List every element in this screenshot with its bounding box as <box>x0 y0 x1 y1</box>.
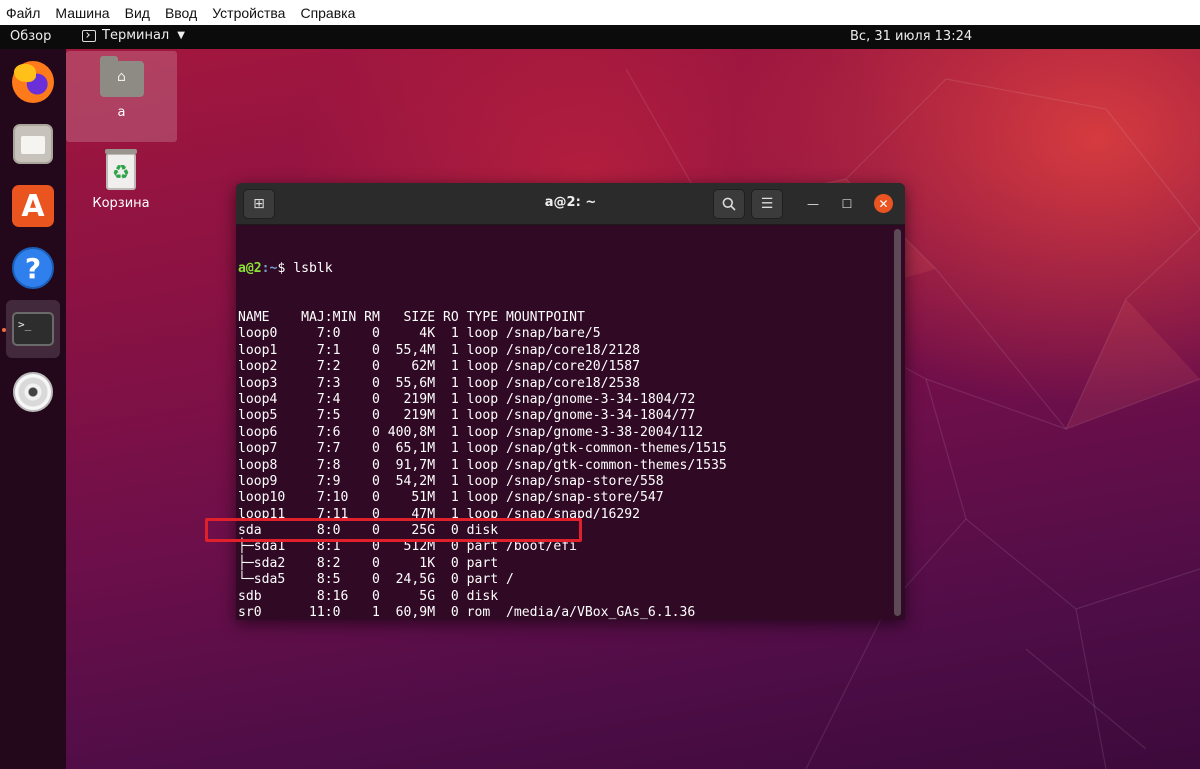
minimize-button[interactable]: — <box>804 195 822 213</box>
command-text: lsblk <box>293 260 333 276</box>
output-line: loop2 7:2 0 62M 1 loop /snap/core20/1587 <box>238 359 641 375</box>
dock-help[interactable]: ? <box>6 239 60 297</box>
prompt-line: a@2:~$ lsblk <box>238 261 890 277</box>
running-indicator <box>2 328 6 332</box>
scrollbar[interactable] <box>894 229 901 616</box>
folder-icon: ⌂ <box>99 56 144 97</box>
output-line: loop6 7:6 0 400,8M 1 loop /snap/gnome-3-… <box>238 424 704 440</box>
output-line: └─sda5 8:5 0 24,5G 0 part / <box>238 572 514 588</box>
software-store-icon: A <box>12 185 54 227</box>
terminal-window[interactable]: ⊞ a@2: ~ ☰ — ☐ ✕ a@2:~$ lsblk NAME MAJ:M… <box>236 183 905 620</box>
search-icon <box>722 197 736 211</box>
dock-files[interactable] <box>6 115 60 173</box>
minimize-icon: — <box>807 197 819 211</box>
output-line: sr0 11:0 1 60,9M 0 rom /media/a/VBox_GAs… <box>238 605 696 620</box>
output-line: sdb 8:16 0 5G 0 disk <box>238 588 499 604</box>
terminal-small-icon <box>82 29 96 42</box>
trash-icon: ♻ <box>105 149 137 190</box>
terminal-headerbar[interactable]: ⊞ a@2: ~ ☰ — ☐ ✕ <box>236 183 905 225</box>
hamburger-icon: ☰ <box>760 196 774 212</box>
terminal-icon: >_ <box>12 312 54 346</box>
clock[interactable]: Вс, 31 июля 13:24 <box>850 29 972 44</box>
sdb-highlight-box <box>205 518 582 542</box>
home-icon: ⌂ <box>117 69 126 85</box>
files-icon <box>13 124 53 164</box>
trash-label: Корзина <box>92 196 150 211</box>
help-icon: ? <box>12 247 54 289</box>
terminal-output[interactable]: a@2:~$ lsblk NAME MAJ:MIN RM SIZE RO TYP… <box>238 228 890 620</box>
activities-button[interactable]: Обзор <box>10 29 51 44</box>
menu-view[interactable]: Вид <box>125 5 150 21</box>
output-line: loop10 7:10 0 51M 1 loop /snap/snap-stor… <box>238 490 664 506</box>
dock-software[interactable]: A <box>6 177 60 235</box>
app-menu-button[interactable]: Терминал ▼ <box>82 28 185 43</box>
menu-machine[interactable]: Машина <box>55 5 109 21</box>
output-line: loop1 7:1 0 55,4M 1 loop /snap/core18/21… <box>238 342 641 358</box>
gnome-top-bar: Обзор Терминал ▼ Вс, 31 июля 13:24 <box>0 25 1200 49</box>
close-icon: ✕ <box>878 196 889 211</box>
maximize-icon: ☐ <box>841 197 853 211</box>
prompt-symbol: $ <box>277 260 294 276</box>
new-tab-button[interactable]: ⊞ <box>243 189 275 219</box>
maximize-button[interactable]: ☐ <box>838 195 856 213</box>
command-output: NAME MAJ:MIN RM SIZE RO TYPE MOUNTPOINT l… <box>238 310 890 620</box>
output-line: loop3 7:3 0 55,6M 1 loop /snap/core18/25… <box>238 375 641 391</box>
dock-terminal[interactable]: >_ <box>6 300 60 358</box>
output-line: ├─sda2 8:2 0 1K 0 part <box>238 555 499 571</box>
output-line: loop5 7:5 0 219M 1 loop /snap/gnome-3-34… <box>238 408 696 424</box>
output-line: loop9 7:9 0 54,2M 1 loop /snap/snap-stor… <box>238 473 664 489</box>
prompt-user: a@2 <box>238 260 262 276</box>
menu-devices[interactable]: Устройства <box>212 5 285 21</box>
close-button[interactable]: ✕ <box>874 194 893 213</box>
dock: A ? >_ <box>0 49 66 769</box>
home-folder-label: a <box>117 105 126 120</box>
output-line: loop0 7:0 0 4K 1 loop /snap/bare/5 <box>238 326 601 342</box>
dock-firefox[interactable] <box>6 53 60 111</box>
menu-input[interactable]: Ввод <box>165 5 197 21</box>
menu-help[interactable]: Справка <box>300 5 355 21</box>
caret-down-icon: ▼ <box>177 30 185 41</box>
search-button[interactable] <box>713 189 745 219</box>
vbox-menubar: Файл Машина Вид Ввод Устройства Справка <box>0 0 1200 25</box>
firefox-icon <box>12 61 54 103</box>
prompt-path: :~ <box>261 260 278 276</box>
new-tab-icon: ⊞ <box>253 196 265 212</box>
menu-button[interactable]: ☰ <box>751 189 783 219</box>
app-menu-label: Терминал <box>102 28 170 43</box>
output-line: loop8 7:8 0 91,7M 1 loop /snap/gtk-commo… <box>238 457 727 473</box>
output-header-line: NAME MAJ:MIN RM SIZE RO TYPE MOUNTPOINT <box>238 310 585 326</box>
output-line: loop4 7:4 0 219M 1 loop /snap/gnome-3-34… <box>238 391 696 407</box>
desktop-trash[interactable]: ♻ Корзина <box>88 149 154 211</box>
desktop-home-folder[interactable]: ⌂ a <box>66 51 177 142</box>
dock-dvd[interactable] <box>6 363 60 421</box>
dvd-icon <box>13 372 53 412</box>
menu-file[interactable]: Файл <box>6 5 40 21</box>
output-line: loop7 7:7 0 65,1M 1 loop /snap/gtk-commo… <box>238 441 727 457</box>
